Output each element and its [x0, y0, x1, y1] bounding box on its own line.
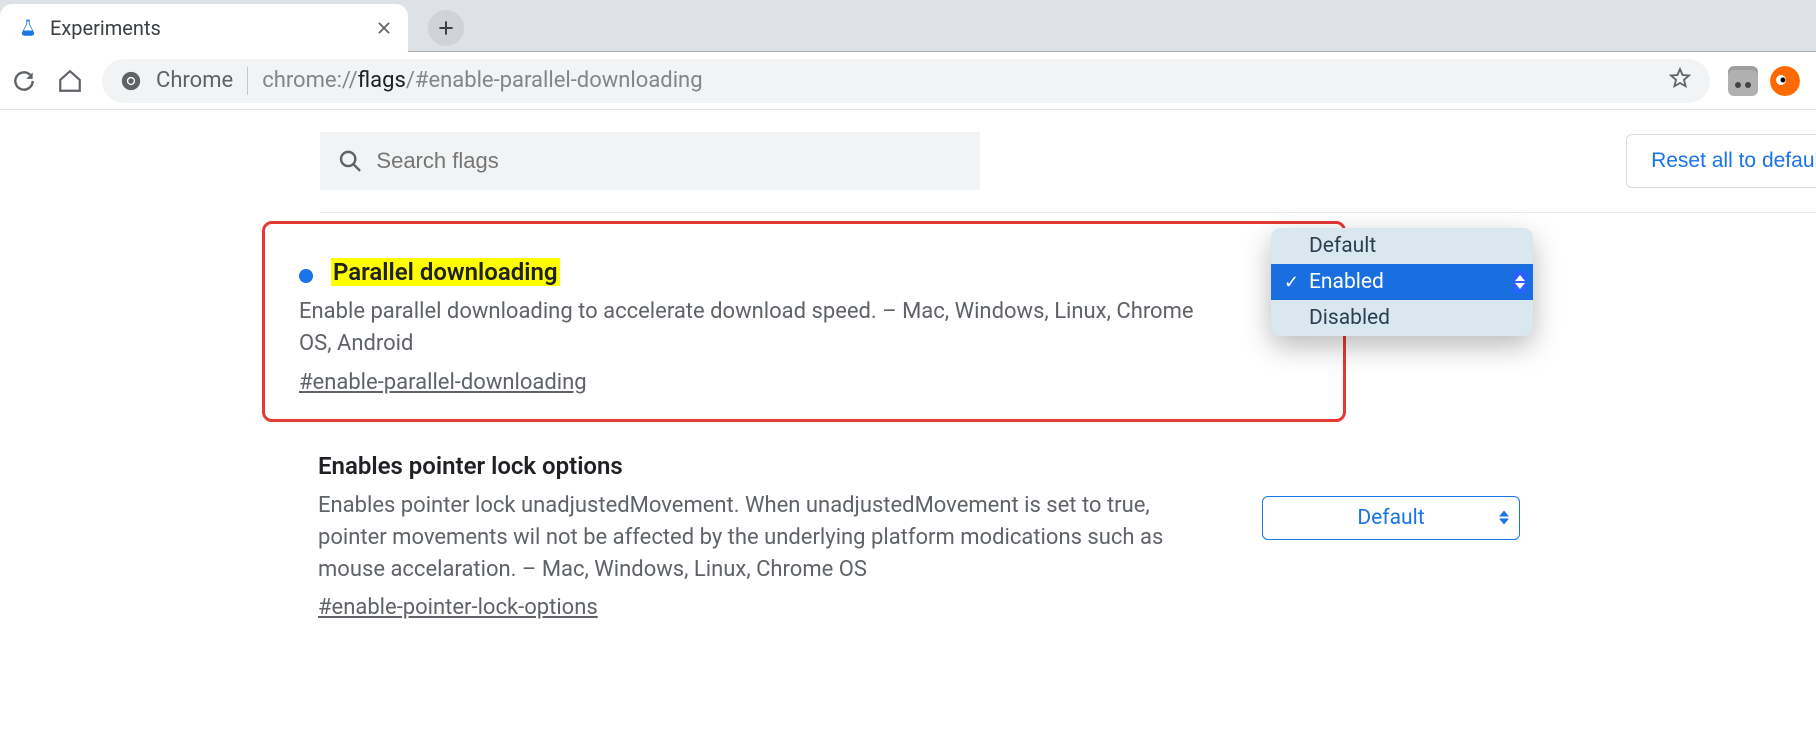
extension-icons [1728, 66, 1806, 96]
chrome-icon [120, 70, 142, 92]
extension-icon-1[interactable] [1728, 66, 1758, 96]
reset-all-button[interactable]: Reset all to default [1626, 134, 1816, 188]
flag-state-dropdown-open[interactable]: Default Enabled Disabled [1271, 228, 1533, 336]
tab-title: Experiments [50, 16, 374, 40]
flag-state-select[interactable]: Default [1262, 496, 1520, 540]
modified-indicator-dot [299, 269, 313, 283]
url-path: /#enable-parallel-downloading [406, 68, 703, 93]
search-input[interactable] [376, 148, 962, 174]
dropdown-option-enabled[interactable]: Enabled [1271, 264, 1533, 300]
flag-pointer-lock-options: Enables pointer lock options Enables poi… [318, 452, 1518, 621]
new-tab-button[interactable] [428, 10, 464, 46]
tab-bar: Experiments [0, 0, 1816, 52]
omnibox-url: chrome://flags/#enable-parallel-download… [262, 68, 702, 93]
omnibox-divider [247, 67, 248, 95]
close-icon[interactable] [374, 18, 394, 38]
flag-anchor-link[interactable]: #enable-pointer-lock-options [318, 595, 598, 620]
browser-tab[interactable]: Experiments [0, 4, 408, 52]
flag-title: Parallel downloading [331, 258, 560, 286]
flag-parallel-downloading: Parallel downloading Enable parallel dow… [262, 221, 1346, 422]
dropdown-option-disabled[interactable]: Disabled [1271, 300, 1533, 336]
stepper-arrows-icon [1513, 271, 1527, 293]
dropdown-option-default[interactable]: Default [1271, 228, 1533, 264]
extension-icon-2[interactable] [1770, 66, 1800, 96]
search-icon [338, 148, 362, 174]
bookmark-star-icon[interactable] [1668, 66, 1692, 96]
chevron-updown-icon [1499, 510, 1509, 525]
page-content: Reset all to default Parallel downloadin… [0, 110, 1816, 620]
flag-description: Enable parallel downloading to accelerat… [299, 296, 1219, 360]
address-bar[interactable]: Chrome chrome://flags/#enable-parallel-d… [102, 59, 1710, 103]
select-value: Default [1357, 506, 1424, 530]
flag-header: Parallel downloading [299, 258, 1323, 286]
url-scheme: chrome:// [262, 68, 357, 93]
omnibox-label: Chrome [156, 68, 233, 93]
flag-anchor-link[interactable]: #enable-parallel-downloading [299, 370, 587, 395]
home-icon[interactable] [56, 67, 84, 95]
search-box[interactable] [320, 132, 980, 190]
toolbar: Chrome chrome://flags/#enable-parallel-d… [0, 52, 1816, 110]
url-host: flags [358, 68, 406, 93]
flask-icon [18, 18, 38, 38]
flag-title: Enables pointer lock options [318, 452, 623, 480]
header-row: Reset all to default [320, 110, 1816, 213]
flag-description: Enables pointer lock unadjustedMovement.… [318, 490, 1198, 586]
reload-icon[interactable] [10, 67, 38, 95]
